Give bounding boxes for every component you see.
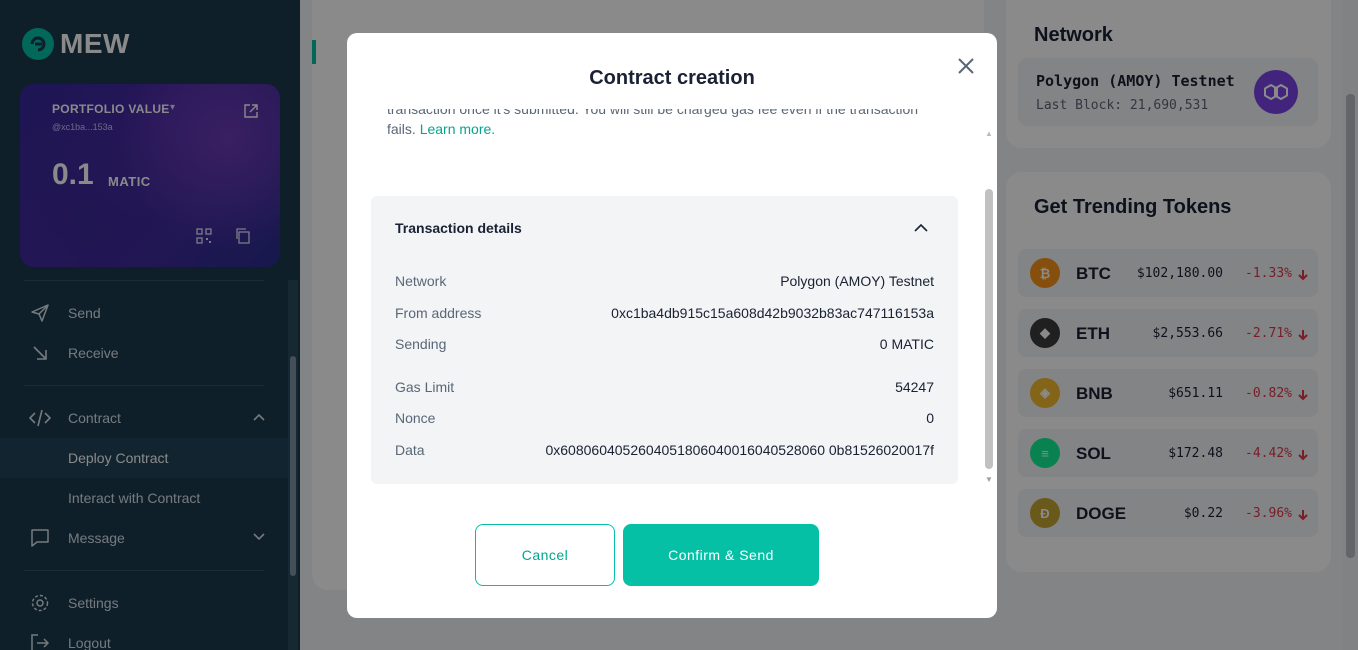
dialog-title: Contract creation — [589, 67, 755, 89]
detail-label: Gas Limit — [395, 379, 455, 395]
dialog-scrollbar[interactable]: ▲ ▼ — [983, 129, 995, 491]
scroll-up-arrow-icon[interactable]: ▲ — [985, 129, 993, 138]
detail-value: 0x6080604052604051806040016040528060 0b8… — [545, 442, 934, 458]
detail-label: Network — [395, 273, 447, 289]
transaction-details-title: Transaction details — [395, 220, 522, 236]
warning-text-fails: fails. — [387, 121, 420, 137]
contract-creation-dialog: Contract creation transaction once it's … — [347, 33, 997, 618]
detail-value: 0xc1ba4db915c15a608d42b9032b83ac74711615… — [611, 305, 934, 321]
detail-value: 0 MATIC — [879, 336, 934, 352]
cancel-button[interactable]: Cancel — [475, 524, 615, 586]
detail-value: Polygon (AMOY) Testnet — [780, 273, 934, 289]
detail-row-data: Data 0x608060405260405180604001604052806… — [395, 442, 934, 462]
warning-text-partial-line: transaction once it's submitted. You wil… — [387, 109, 919, 117]
detail-label: Sending — [395, 336, 447, 352]
close-icon[interactable] — [955, 55, 977, 77]
detail-row-network: Network Polygon (AMOY) Testnet — [395, 273, 934, 293]
dialog-body[interactable]: transaction once it's submitted. You wil… — [371, 109, 981, 497]
chevron-up-icon[interactable] — [913, 220, 929, 241]
detail-row-nonce: Nonce 0 — [395, 410, 934, 430]
detail-label: From address — [395, 305, 482, 321]
detail-label: Data — [395, 442, 425, 458]
confirm-send-button[interactable]: Confirm & Send — [623, 524, 819, 586]
detail-row-gas-limit: Gas Limit 54247 — [395, 379, 934, 399]
warning-text: transaction once it's submitted. You wil… — [387, 109, 937, 139]
detail-row-from-address: From address 0xc1ba4db915c15a608d42b9032… — [395, 305, 934, 325]
learn-more-link[interactable]: Learn more. — [420, 121, 495, 137]
scrollbar-thumb[interactable] — [985, 189, 993, 469]
detail-row-sending: Sending 0 MATIC — [395, 336, 934, 356]
transaction-details-panel: Transaction details Network Polygon (AMO… — [371, 196, 958, 484]
detail-value: 54247 — [895, 379, 934, 395]
scroll-down-arrow-icon[interactable]: ▼ — [985, 475, 993, 484]
detail-label: Nonce — [395, 410, 436, 426]
detail-value: 0 — [926, 410, 934, 426]
